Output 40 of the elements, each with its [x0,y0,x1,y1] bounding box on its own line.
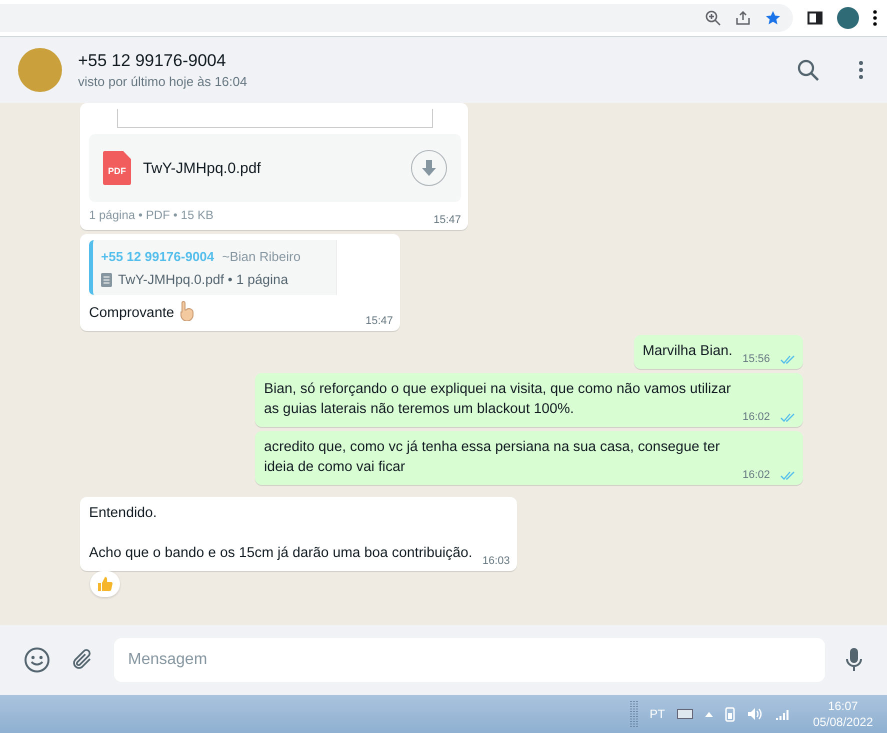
file-info: 1 página • PDF • 15 KB [89,208,214,222]
side-panel-icon[interactable] [807,10,823,26]
last-seen-status: visto por último hoje às 16:04 [78,74,248,89]
clock-date: 05/08/2022 [812,715,873,729]
document-icon [101,272,112,286]
quote-text: TwY-JMHpq.0.pdf • 1 página [118,272,288,287]
file-name: TwY-JMHpq.0.pdf [143,160,262,176]
menu-icon[interactable] [873,10,877,26]
pointing-hand-icon [178,301,194,321]
share-icon[interactable] [735,10,751,26]
message-time: 16:02 [742,411,770,423]
quote-sender: +55 12 99176-9004 [101,249,214,264]
quote-author: ~Bian Ribeiro [222,249,301,264]
message-time: 15:47 [433,214,461,226]
quoted-message[interactable]: +55 12 99176-9004 ~Bian Ribeiro TwY-JMHpq.0.pdf • 1 página [89,240,393,295]
contact-name: +55 12 99176-9004 [78,51,227,71]
emoji-icon[interactable] [24,647,50,673]
message-time: 15:47 [365,315,393,327]
download-button[interactable] [411,150,447,186]
search-icon[interactable] [797,59,819,81]
profile-avatar[interactable] [837,7,859,29]
message-text: Comprovante [89,304,174,323]
microphone-icon[interactable] [845,647,863,673]
message-time: 16:03 [482,555,510,567]
message-time: 16:02 [742,469,770,481]
pdf-file-icon: PDF [103,151,131,185]
grip-icon [630,700,638,728]
zoom-icon[interactable] [705,10,721,26]
message-text: Marvilha Bian. [642,342,732,361]
message-text: Bian, só reforçando o que expliquei na visita, que como não vamos utilizar as guias laterais não teremos um blackout 100%. [264,380,732,419]
download-arrow-icon [422,160,436,176]
document-card[interactable]: PDF TwY-JMHpq.0.pdf [89,134,461,202]
star-icon[interactable] [765,10,781,26]
message-text: acredito que, como vc já tenha essa persiana na sua casa, consegue ter ideia de como vai ficar [264,438,721,477]
message-input[interactable]: Mensagem [114,638,825,682]
clock-time: 16:07 [828,699,858,713]
message-text: Entendido. Acho que o bando e os 15cm já darão uma boa contribuição. [89,504,472,563]
thumbs-up-icon [97,576,113,592]
keyboard-icon[interactable] [676,709,693,719]
message-time: 15:56 [742,353,770,365]
